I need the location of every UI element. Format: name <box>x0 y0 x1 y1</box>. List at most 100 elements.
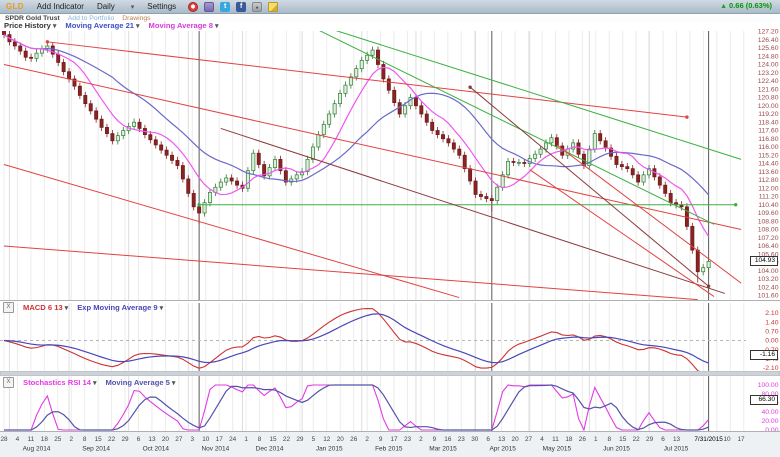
add-indicator-button[interactable]: Add Indicator <box>37 2 84 11</box>
svg-text:112.80: 112.80 <box>758 177 779 184</box>
twitter-icon[interactable] <box>220 1 231 12</box>
svg-text:109.60: 109.60 <box>758 210 779 217</box>
record-icon[interactable] <box>188 1 199 12</box>
svg-text:121.60: 121.60 <box>758 86 779 93</box>
chevron-down-icon <box>172 379 176 387</box>
close-macd-button[interactable]: X <box>3 302 14 313</box>
svg-text:23: 23 <box>458 436 466 443</box>
svg-text:15: 15 <box>619 436 627 443</box>
svg-text:20: 20 <box>512 436 520 443</box>
add-to-portfolio-link[interactable]: Add to Portfolio <box>68 15 114 22</box>
svg-text:11: 11 <box>552 436 559 443</box>
facebook-icon[interactable] <box>236 1 247 12</box>
svg-text:20: 20 <box>162 436 170 443</box>
svg-text:124.00: 124.00 <box>758 62 779 69</box>
svg-text:2: 2 <box>69 436 73 443</box>
toolbar-icon-group <box>188 1 279 12</box>
stoch-ma-dropdown[interactable]: Moving Average 5 <box>105 378 175 387</box>
svg-text:27: 27 <box>525 436 533 443</box>
svg-text:117.60: 117.60 <box>758 128 779 135</box>
stoch-panel-header: X Stochastics RSI 14 Moving Average 5 <box>3 377 175 388</box>
svg-text:17: 17 <box>390 436 398 443</box>
price-history-dropdown[interactable]: Price History <box>4 21 56 30</box>
svg-text:17: 17 <box>737 436 745 443</box>
svg-text:101.60: 101.60 <box>758 293 779 300</box>
macd-value-badge: -1.16 <box>750 350 778 360</box>
svg-text:7/31/2015: 7/31/2015 <box>694 436 723 443</box>
svg-text:5: 5 <box>312 436 316 443</box>
svg-text:108.00: 108.00 <box>758 227 779 234</box>
svg-text:9: 9 <box>433 436 437 443</box>
svg-text:8: 8 <box>607 436 611 443</box>
svg-text:120.80: 120.80 <box>758 95 779 102</box>
svg-text:25: 25 <box>54 436 62 443</box>
svg-text:127.20: 127.20 <box>758 29 779 36</box>
svg-text:11: 11 <box>28 436 35 443</box>
svg-text:26: 26 <box>579 436 587 443</box>
ma8-label: Moving Average 8 <box>148 21 213 30</box>
drawings-link[interactable]: Drawings <box>122 15 150 22</box>
chevron-down-icon <box>53 22 57 30</box>
svg-text:118.40: 118.40 <box>758 119 779 126</box>
panel-splitter[interactable] <box>0 371 780 376</box>
trendline-drawings[interactable] <box>3 23 742 300</box>
chart-canvas[interactable]: 127.20126.40125.60124.80124.00123.20122.… <box>0 0 780 457</box>
camera-icon[interactable] <box>252 1 263 12</box>
macd-panel-header: X MACD 6 13 Exp Moving Average 9 <box>3 302 163 313</box>
svg-text:104.00: 104.00 <box>758 268 779 275</box>
svg-text:17: 17 <box>216 436 224 443</box>
svg-text:May 2015: May 2015 <box>543 446 572 453</box>
svg-text:22: 22 <box>283 436 291 443</box>
svg-text:1.40: 1.40 <box>765 319 778 326</box>
settings-button[interactable]: Settings <box>147 2 176 11</box>
svg-text:6: 6 <box>661 436 665 443</box>
chevron-down-icon[interactable] <box>131 3 135 11</box>
vertical-event-lines[interactable] <box>198 31 710 431</box>
timeframe-dropdown[interactable]: Daily <box>97 2 115 11</box>
svg-text:20.00: 20.00 <box>761 418 778 425</box>
macd-axis: 2.101.400.700.00-0.70-1.40-2.10 <box>763 310 779 372</box>
svg-text:107.20: 107.20 <box>758 235 779 242</box>
svg-text:3: 3 <box>191 436 195 443</box>
svg-text:22: 22 <box>633 436 641 443</box>
svg-text:13: 13 <box>148 436 156 443</box>
svg-text:Oct 2014: Oct 2014 <box>143 446 170 453</box>
svg-text:122.40: 122.40 <box>758 78 779 85</box>
chevron-down-icon <box>136 22 140 30</box>
svg-text:8: 8 <box>83 436 87 443</box>
svg-text:0.70: 0.70 <box>765 329 778 336</box>
chevron-down-icon <box>65 304 69 312</box>
svg-text:114.40: 114.40 <box>758 161 779 168</box>
sticky-note-icon[interactable] <box>268 1 279 12</box>
change-value: 0.66 (0.63%) <box>729 1 772 10</box>
svg-text:6: 6 <box>137 436 141 443</box>
svg-text:26: 26 <box>350 436 358 443</box>
symbol-fullname: SPDR Gold Trust <box>5 14 60 22</box>
macd-label: MACD 6 13 <box>23 303 63 312</box>
svg-text:30: 30 <box>471 436 479 443</box>
svg-text:4: 4 <box>16 436 20 443</box>
cube-icon[interactable] <box>204 1 215 12</box>
svg-text:120.00: 120.00 <box>758 103 779 110</box>
symbol-label[interactable]: GLD <box>6 2 24 11</box>
svg-text:4: 4 <box>540 436 544 443</box>
svg-text:126.40: 126.40 <box>758 37 779 44</box>
main-toolbar: GLD Add Indicator Daily Settings 0.66 (0… <box>0 0 780 14</box>
last-price-badge: 104.93 <box>750 256 778 266</box>
svg-text:Jun 2015: Jun 2015 <box>603 446 630 453</box>
svg-text:0.00: 0.00 <box>765 427 778 434</box>
ma8-dropdown[interactable]: Moving Average 8 <box>149 21 219 30</box>
macd-signal-dropdown[interactable]: Exp Moving Average 9 <box>77 303 163 312</box>
macd-signal-line <box>3 313 709 364</box>
macd-dropdown[interactable]: MACD 6 13 <box>23 303 68 312</box>
stoch-ma-label: Moving Average 5 <box>105 378 170 387</box>
ma21-dropdown[interactable]: Moving Average 21 <box>65 21 139 30</box>
svg-text:22: 22 <box>108 436 116 443</box>
svg-text:Feb 2015: Feb 2015 <box>375 446 403 453</box>
svg-text:-2.10: -2.10 <box>763 365 779 372</box>
svg-text:40.00: 40.00 <box>761 409 778 416</box>
svg-text:10: 10 <box>202 436 210 443</box>
svg-text:1: 1 <box>594 436 598 443</box>
stoch-dropdown[interactable]: Stochastics RSI 14 <box>23 378 96 387</box>
close-stoch-button[interactable]: X <box>3 377 14 388</box>
